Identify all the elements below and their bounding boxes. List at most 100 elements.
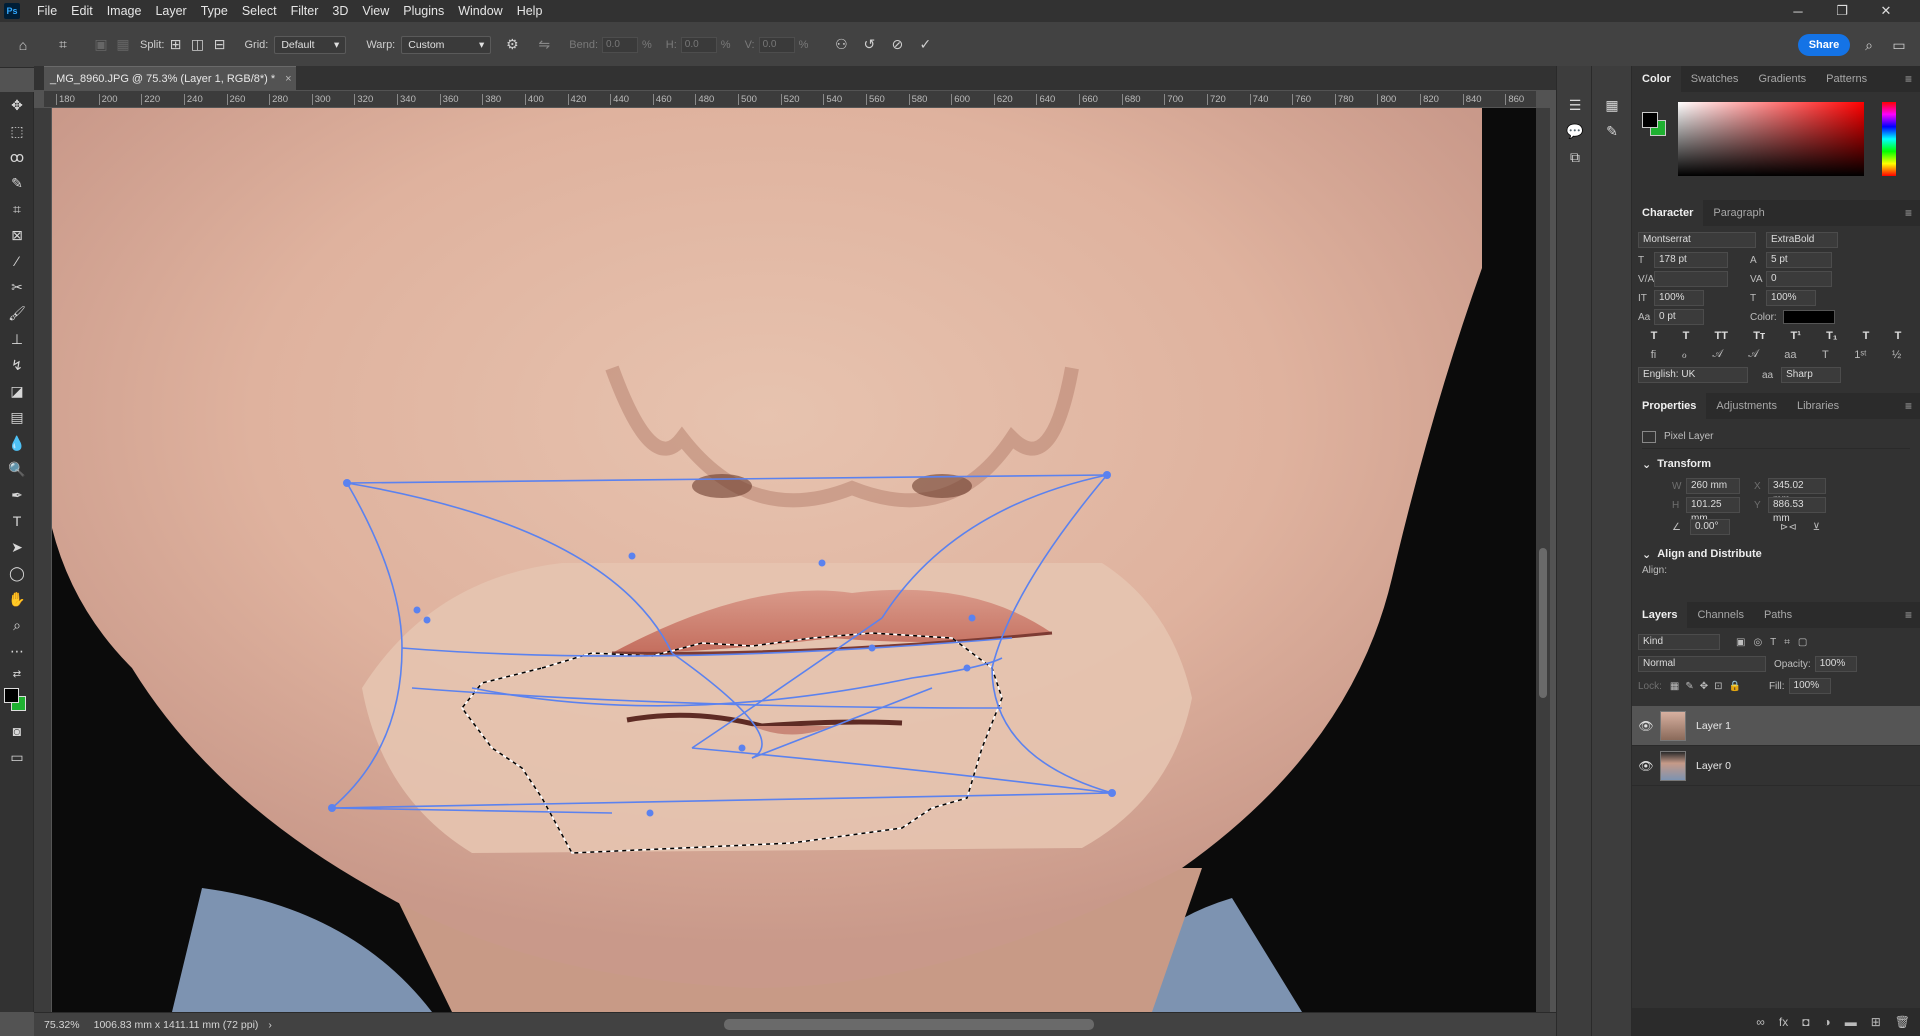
share-button[interactable]: Share [1798,34,1850,56]
menu-help[interactable]: Help [510,0,550,22]
crop-tool-icon[interactable]: ⌗ [0,196,34,222]
transform-mode-icon[interactable]: ▣ [90,34,112,56]
blend-mode-select[interactable]: Normal [1638,656,1766,672]
panel-menu-icon[interactable]: ≡ [1905,602,1920,628]
flip-horizontal-icon[interactable]: ⊳⊲ [1780,522,1797,533]
swash-icon[interactable]: 𝒜 [1712,348,1722,361]
restore-button[interactable]: ❐ [1820,0,1864,22]
panel-menu-icon[interactable]: ≡ [1905,66,1920,92]
fill-input[interactable]: 100% [1788,678,1831,694]
contextual-icon[interactable]: T [1822,349,1829,361]
close-window-button[interactable]: ✕ [1864,0,1908,22]
history-brush-tool-icon[interactable]: ↯ [0,352,34,378]
commit-check-icon[interactable]: ✓ [914,34,936,56]
cancel-icon[interactable]: ⊘ [886,34,908,56]
close-tab-icon[interactable]: × [285,73,291,85]
flip-vertical-icon[interactable]: ⊻ [1813,522,1820,533]
tracking-input[interactable]: 0 [1766,271,1832,287]
reset-icon[interactable]: ↺ [858,34,880,56]
hue-slider[interactable] [1882,102,1896,176]
text-color-swatch[interactable] [1782,310,1835,324]
dodge-tool-icon[interactable]: 🔍 [0,456,34,482]
tab-paths[interactable]: Paths [1754,602,1802,628]
visibility-eye-icon[interactable]: 👁 [1632,759,1660,773]
transform-section-header[interactable]: ⌄ Transform [1642,453,1910,475]
minimize-button[interactable]: ─ [1776,0,1820,22]
home-icon[interactable]: ⌂ [12,34,34,56]
menu-plugins[interactable]: Plugins [396,0,451,22]
brush-tool-icon[interactable]: 🖌 [0,300,34,326]
menu-type[interactable]: Type [194,0,235,22]
subscript-icon[interactable]: T₁ [1826,330,1837,342]
foreground-color-swatch[interactable] [4,688,19,703]
eraser-tool-icon[interactable]: ◪ [0,378,34,404]
opacity-input[interactable]: 100% [1814,656,1857,672]
ellipse-tool-icon[interactable]: ◯ [0,560,34,586]
all-caps-icon[interactable]: TT [1715,330,1728,342]
leading-input[interactable]: 5 pt [1766,252,1832,268]
warp-tool-preset-icon[interactable]: ⌗ [52,34,74,56]
delete-layer-icon[interactable]: 🗑 [1895,1015,1910,1029]
tab-swatches[interactable]: Swatches [1681,66,1749,92]
superscript-icon[interactable]: T¹ [1791,330,1801,342]
brush-settings-icon[interactable]: ✎ [1592,118,1632,144]
kerning-input[interactable] [1654,271,1728,287]
gradient-tool-icon[interactable]: ▤ [0,404,34,430]
quick-mask-icon[interactable]: ◙ [0,718,34,744]
layer-filter-kind[interactable]: Kind [1638,634,1720,650]
y-input[interactable]: 886.53 mm [1768,497,1826,524]
angle-input[interactable]: 0.00° [1690,519,1730,535]
hand-tool-icon[interactable]: ✋ [0,586,34,612]
adjustments-icon[interactable]: ▦ [1592,92,1632,118]
menu-edit[interactable]: Edit [64,0,100,22]
tab-color[interactable]: Color [1632,66,1681,92]
font-style-select[interactable]: ExtraBold [1766,232,1838,248]
titling-icon[interactable]: aa [1784,349,1796,361]
visibility-eye-icon[interactable]: 👁 [1632,719,1660,733]
antialias-select[interactable]: Sharp [1781,367,1842,383]
pen-tool-icon[interactable]: ✒ [0,482,34,508]
layer-name[interactable]: Layer 0 [1696,760,1731,772]
tab-paragraph[interactable]: Paragraph [1703,200,1774,226]
x-input[interactable]: 345.02 mm [1768,478,1826,505]
layer-row-layer-1[interactable]: 👁 Layer 1 [1632,706,1920,746]
stylistic-icon[interactable]: 𝒜 [1748,348,1758,361]
layer-row-layer-0[interactable]: 👁 Layer 0 [1632,746,1920,786]
healing-brush-tool-icon[interactable]: ✂ [0,274,34,300]
language-select[interactable]: English: UK [1638,367,1748,383]
workspace-icon[interactable]: ▭ [1888,34,1910,56]
document-canvas[interactable] [52,108,1536,1012]
adjustment-layer-icon[interactable]: ◑ [1823,1015,1830,1029]
strikethrough-icon[interactable]: T [1895,330,1902,342]
vertical-scale-input[interactable]: 100% [1654,290,1704,306]
horizontal-scale-input[interactable]: 100% [1766,290,1816,306]
move-tool-icon[interactable]: ✥ [0,92,34,118]
eyedropper-tool-icon[interactable]: ⁄ [0,248,34,274]
font-family-select[interactable]: Montserrat [1638,232,1756,248]
warp-mode-icon[interactable]: ▦ [112,34,134,56]
link-layers-icon[interactable]: ∞ [1756,1015,1765,1029]
new-layer-icon[interactable]: ⊞ [1871,1015,1881,1029]
ligatures-icon[interactable]: fi [1651,349,1657,361]
fractions-icon[interactable]: ½ [1892,349,1901,361]
split-vertical-icon[interactable]: ◫ [186,34,208,56]
tab-patterns[interactable]: Patterns [1816,66,1877,92]
document-tab[interactable]: _MG_8960.JPG @ 75.3% (Layer 1, RGB/8*) *… [44,66,296,90]
color-swatches[interactable] [0,684,34,718]
old-style-icon[interactable]: ℴ [1682,348,1687,361]
menu-layer[interactable]: Layer [148,0,193,22]
blur-tool-icon[interactable]: 💧 [0,430,34,456]
width-input[interactable]: 260 mm [1686,478,1740,494]
fg-color-chip[interactable] [1642,112,1658,128]
menu-select[interactable]: Select [235,0,284,22]
align-section-header[interactable]: ⌄ Align and Distribute [1642,543,1910,565]
grid-select[interactable]: Default ▾ [274,35,347,54]
ordinals-icon[interactable]: 1ˢᵗ [1854,349,1866,361]
tab-adjustments[interactable]: Adjustments [1706,393,1787,419]
warp-select[interactable]: Custom ▾ [401,35,492,54]
small-caps-icon[interactable]: Tт [1753,330,1765,342]
tab-channels[interactable]: Channels [1687,602,1753,628]
faux-bold-icon[interactable]: T [1651,330,1658,342]
frame-tool-icon[interactable]: ⊠ [0,222,34,248]
quick-selection-tool-icon[interactable]: ✎ [0,170,34,196]
